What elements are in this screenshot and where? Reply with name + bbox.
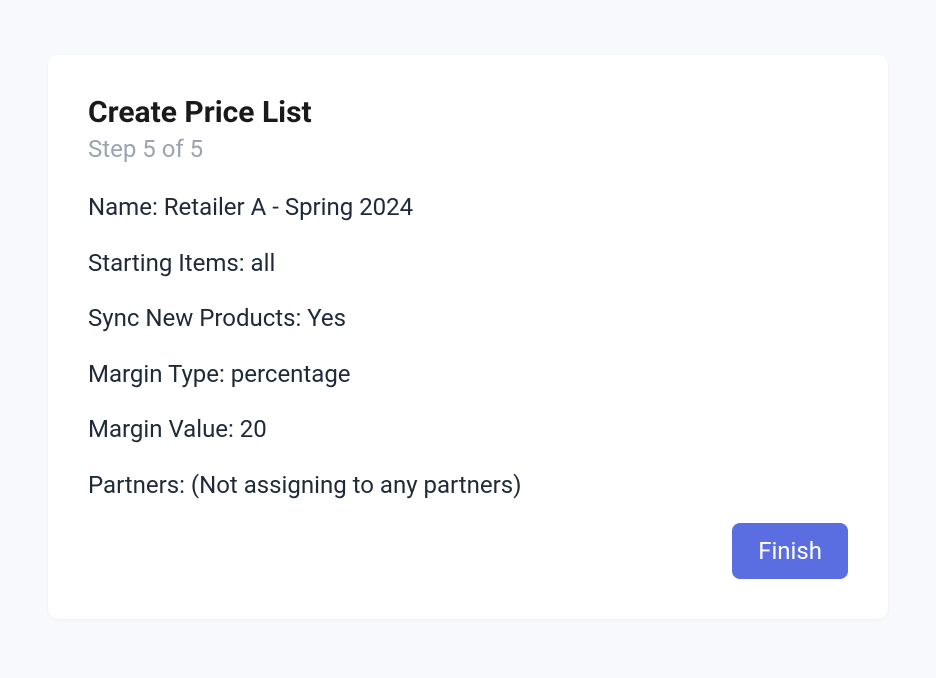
button-row: Finish <box>88 523 848 579</box>
page-title: Create Price List <box>88 95 848 131</box>
summary-partners: Partners: (Not assigning to any partners… <box>88 469 848 503</box>
step-indicator: Step 5 of 5 <box>88 135 848 163</box>
summary-list: Name: Retailer A - Spring 2024 Starting … <box>88 191 848 503</box>
summary-starting-items: Starting Items: all <box>88 247 848 281</box>
wizard-card: Create Price List Step 5 of 5 Name: Reta… <box>48 55 888 619</box>
finish-button[interactable]: Finish <box>732 523 848 579</box>
summary-name: Name: Retailer A - Spring 2024 <box>88 191 848 225</box>
summary-sync-new-products: Sync New Products: Yes <box>88 302 848 336</box>
summary-margin-type: Margin Type: percentage <box>88 358 848 392</box>
summary-margin-value: Margin Value: 20 <box>88 413 848 447</box>
